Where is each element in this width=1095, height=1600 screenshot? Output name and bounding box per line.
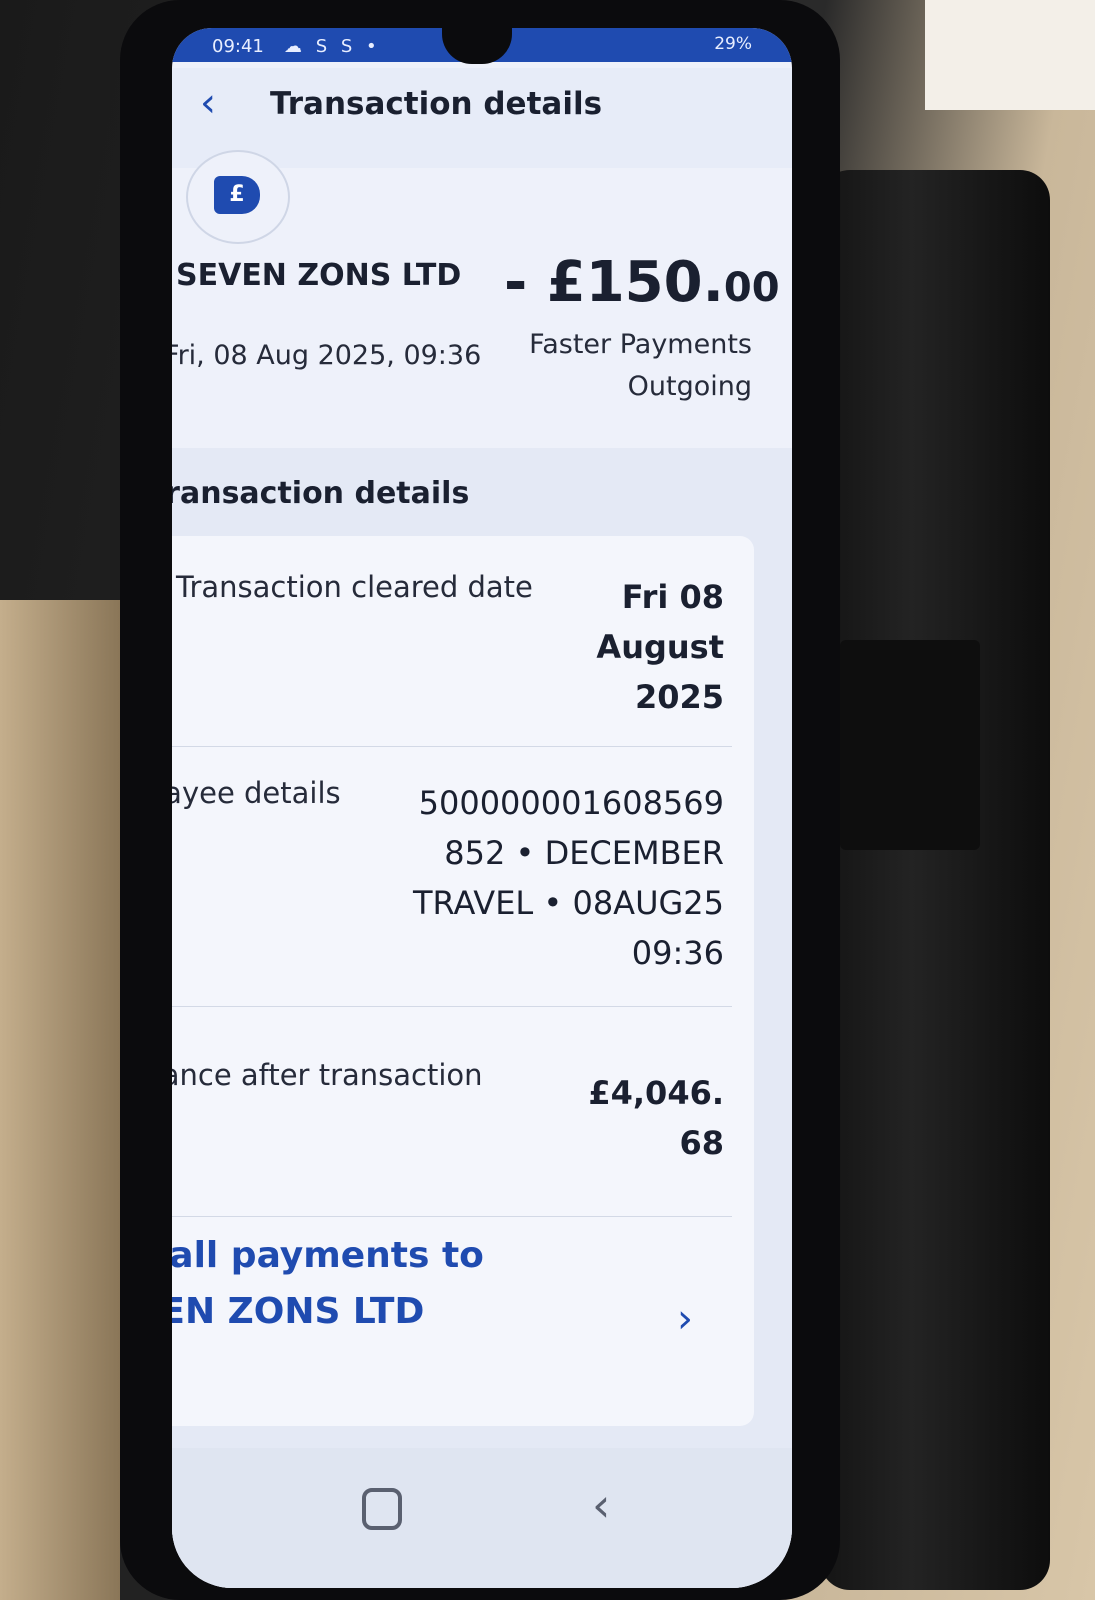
merchant-logo: £ <box>186 150 290 244</box>
divider <box>172 1216 732 1217</box>
transaction-type: Faster Payments Outgoing <box>529 324 752 408</box>
transaction-amount: - £150.00 <box>504 250 780 315</box>
divider <box>172 1006 732 1007</box>
transaction-datetime: Fri, 08 Aug 2025, 09:36 <box>172 340 482 371</box>
recent-apps-button[interactable]: ||| <box>172 1468 178 1508</box>
amount-pence: 00 <box>723 265 780 311</box>
system-nav-bar <box>172 1448 792 1588</box>
battery-level: 29% <box>714 34 752 54</box>
divider <box>172 746 732 747</box>
page-title: Transaction details <box>270 86 603 122</box>
background-box <box>925 0 1095 110</box>
payment-type: Faster Payments <box>529 329 752 360</box>
details-section-title: Transaction details <box>172 476 470 511</box>
phone-screen: 09:41 ☁ S S • 29% ‹ Transaction details … <box>172 28 792 1588</box>
status-time: 09:41 <box>212 36 264 57</box>
payment-direction: Outgoing <box>627 371 752 402</box>
home-button[interactable] <box>362 1488 402 1530</box>
cleared-date-label: Transaction cleared date <box>176 570 533 604</box>
cleared-date-value: Fri 08 August 2025 <box>596 578 724 716</box>
see-all-payments-link[interactable]: See all payments to SEVEN ZONS LTD <box>172 1228 602 1340</box>
desk-surface <box>0 600 120 1600</box>
balance-label: Balance after transaction <box>172 1058 483 1092</box>
system-back-button[interactable]: ‹ <box>592 1478 610 1532</box>
chevron-right-icon[interactable]: › <box>677 1296 693 1342</box>
payee-name: SEVEN ZONS LTD <box>176 258 462 293</box>
faster-payment-icon: £ <box>214 176 260 214</box>
back-button[interactable]: ‹ <box>200 80 216 126</box>
balance-value: £4,046. 68 <box>588 1074 724 1162</box>
payee-details-value: 500000001608569 852 • DECEMBER TRAVEL • … <box>412 784 724 972</box>
phone-case <box>820 170 1050 1590</box>
payee-details-label: Payee details <box>172 776 341 810</box>
amount-main: - £150. <box>504 250 724 315</box>
case-strap <box>840 640 980 850</box>
status-notification-icons: ☁ S S • <box>284 36 381 57</box>
